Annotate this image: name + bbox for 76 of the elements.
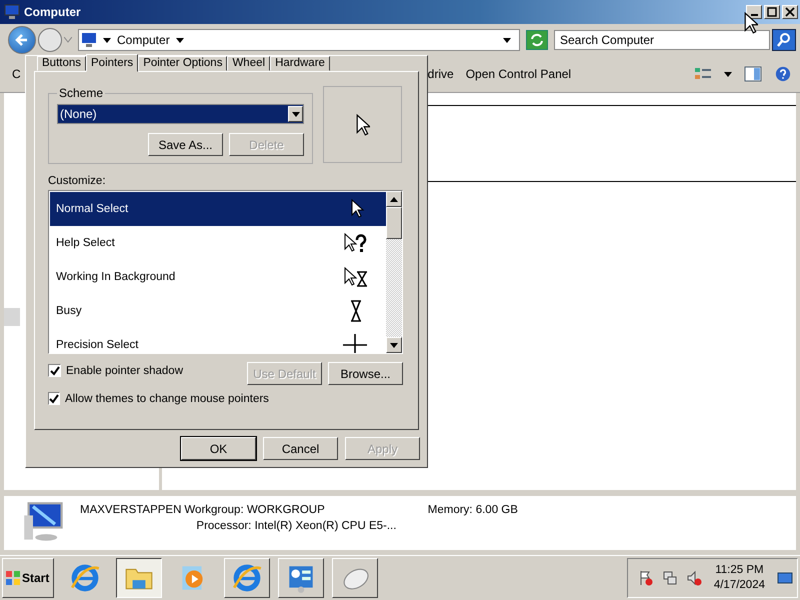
clock[interactable]: 11:25 PM 4/17/2024 — [714, 563, 765, 593]
processor-text: Processor: Intel(R) Xeon(R) CPU E5-... — [195, 520, 398, 532]
window-title: Computer — [24, 5, 81, 19]
checkbox[interactable] — [48, 364, 61, 377]
refresh-button[interactable] — [526, 30, 548, 50]
customize-label: Customize: — [48, 175, 107, 189]
help-icon[interactable] — [774, 66, 792, 82]
show-desktop-icon[interactable] — [777, 570, 793, 586]
close-button[interactable] — [782, 5, 798, 19]
view-icon[interactable] — [694, 66, 712, 82]
caret-icon — [176, 38, 184, 42]
volume-icon[interactable] — [686, 570, 702, 586]
preview-pane-icon[interactable] — [744, 66, 762, 82]
check-icon — [50, 366, 60, 376]
globe-e-icon — [231, 562, 263, 594]
nav-item-highlight — [4, 308, 20, 326]
clock-time: 11:25 PM — [715, 563, 764, 578]
globe-e-icon — [69, 562, 101, 594]
search-icon — [776, 32, 792, 48]
toolbar-item[interactable]: drive — [428, 67, 454, 81]
cursor-list-item[interactable]: Help Select — [50, 226, 386, 260]
arrow-cursor-icon — [356, 114, 370, 136]
back-button[interactable] — [8, 26, 36, 54]
computer-icon — [4, 4, 20, 20]
mouse-cursor-icon — [744, 12, 758, 34]
workgroup-text: Workgroup: WORKGROUP — [184, 504, 325, 516]
scroll-down-icon — [390, 342, 398, 348]
cursor-list-item[interactable]: Busy — [50, 294, 386, 328]
minimize-icon — [750, 14, 758, 16]
group-label: Scheme — [58, 86, 104, 100]
clock-date: 4/17/2024 — [714, 578, 765, 593]
close-icon — [785, 7, 795, 17]
tab[interactable]: Hardware — [270, 56, 330, 71]
caret-icon[interactable] — [724, 72, 732, 76]
maximize-icon — [767, 7, 777, 17]
cursor-list-item[interactable]: Normal Select — [50, 192, 386, 226]
refresh-icon — [529, 32, 545, 48]
scrollbar[interactable] — [386, 191, 402, 353]
memory-text: Memory: 6.00 GB — [428, 504, 518, 516]
minimize-button[interactable] — [746, 5, 762, 19]
cursor-button[interactable]: Browse... — [328, 362, 403, 385]
check-icon — [49, 394, 59, 404]
cursor-list-item[interactable]: Working In Background — [50, 260, 386, 294]
address-field[interactable]: Computer — [78, 29, 520, 51]
maximize-button[interactable] — [764, 5, 780, 19]
checkbox-label: Allow themes to change mouse pointers — [65, 392, 269, 404]
tab[interactable]: Pointers — [86, 54, 138, 72]
computer-icon — [81, 32, 97, 48]
caret-icon — [103, 38, 111, 42]
taskbar-button[interactable] — [116, 558, 162, 598]
dialog-button[interactable]: Cancel — [263, 437, 338, 460]
dialog-button[interactable]: OK — [181, 437, 256, 460]
tab[interactable]: Pointer Options — [138, 56, 228, 71]
caret-icon — [503, 38, 511, 42]
caret-icon — [292, 112, 300, 116]
start-button[interactable]: Start — [2, 558, 54, 598]
computer-name: MAXVERSTAPPEN — [80, 504, 182, 516]
scheme-dropdown[interactable]: (None) — [57, 104, 304, 124]
hourglass-icon — [350, 300, 362, 322]
scrollbar-thumb[interactable] — [386, 207, 402, 239]
forward-button[interactable] — [38, 28, 62, 52]
search-button[interactable] — [772, 29, 796, 51]
toolbar-item[interactable]: Open Control Panel — [466, 67, 572, 81]
cursor-list-item[interactable]: Precision Select — [50, 328, 386, 353]
toolbar-item[interactable]: C — [12, 67, 21, 81]
search-field[interactable]: Search Computer — [554, 30, 770, 50]
flag-icon[interactable] — [638, 570, 654, 586]
address-path: Computer — [117, 33, 170, 47]
scheme-button[interactable]: Save As... — [148, 133, 223, 156]
tab[interactable]: Buttons — [37, 56, 86, 71]
checkbox[interactable] — [48, 392, 60, 405]
network-icon[interactable] — [662, 570, 678, 586]
tab[interactable]: Wheel — [227, 56, 270, 71]
four-squares-logo-icon — [5, 570, 21, 586]
scroll-up-icon — [390, 196, 398, 202]
checkbox-label: Enable pointer shadow — [66, 364, 183, 376]
